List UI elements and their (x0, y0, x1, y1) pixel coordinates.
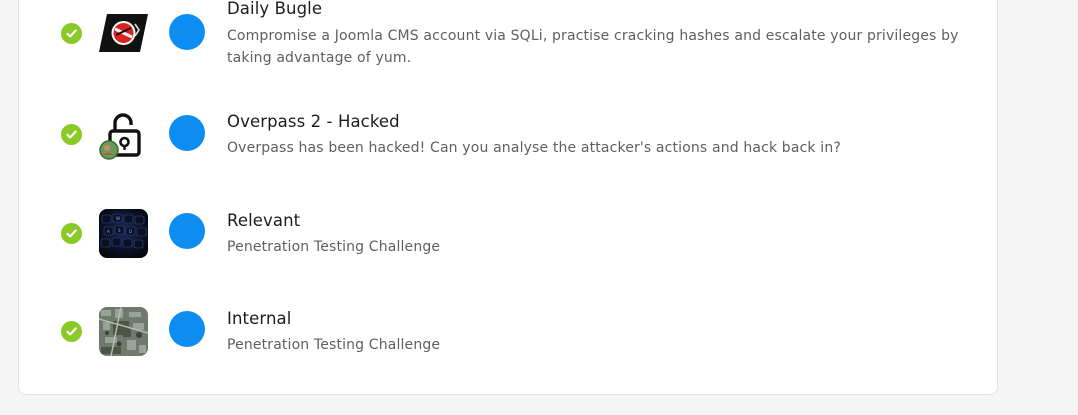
completed-check-icon (61, 321, 82, 342)
room-status-dot (169, 14, 205, 50)
svg-text:D: D (129, 229, 132, 234)
completed-check-icon (61, 23, 82, 44)
svg-text:W: W (116, 216, 120, 221)
room-title[interactable]: Daily Bugle (227, 0, 322, 18)
room-title[interactable]: Internal (227, 309, 291, 328)
room-description: Overpass has been hacked! Can you analys… (227, 140, 841, 156)
relevant-keyboard-icon: W A S D (99, 209, 148, 258)
internal-aerial-icon (99, 307, 148, 356)
room-title[interactable]: Relevant (227, 211, 300, 230)
room-description: Penetration Testing Challenge (227, 337, 441, 353)
overpass-padlock-icon (99, 111, 148, 160)
room-status-dot (169, 213, 205, 249)
completed-check-icon (61, 223, 82, 244)
room-description: Compromise a Joomla CMS account via SQLi… (227, 28, 959, 66)
daily-bugle-logo-icon (99, 14, 148, 63)
room-list-card: Daily Bugle Compromise a Joomla CMS acco… (18, 0, 998, 395)
room-status-dot (169, 115, 205, 151)
svg-text:A: A (107, 229, 110, 234)
room-description: Penetration Testing Challenge (227, 239, 441, 255)
completed-check-icon (61, 124, 82, 145)
room-status-dot (169, 311, 205, 347)
room-title[interactable]: Overpass 2 - Hacked (227, 112, 400, 131)
